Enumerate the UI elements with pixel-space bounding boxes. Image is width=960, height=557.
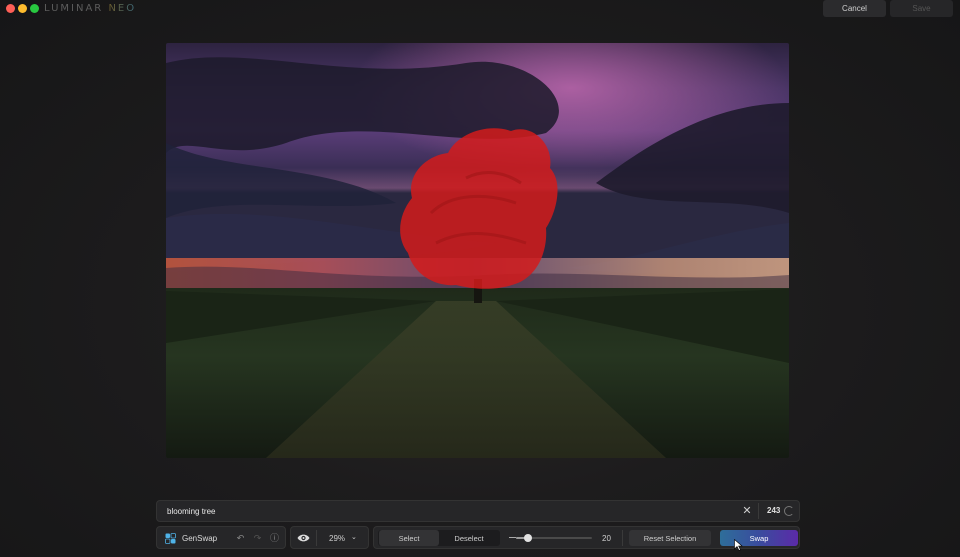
select-mode-toggle: Select Deselect (378, 530, 500, 546)
mouse-cursor-icon (734, 539, 743, 551)
cancel-button[interactable]: Cancel (823, 0, 886, 17)
select-button[interactable]: Select (379, 530, 439, 546)
undo-icon[interactable]: ↶ (235, 532, 246, 544)
minus-icon (509, 537, 516, 538)
character-count: 243 (767, 506, 781, 515)
deselect-button[interactable]: Deselect (439, 530, 499, 546)
zoom-window-button[interactable] (30, 4, 39, 13)
prompt-bar (156, 500, 800, 522)
slider-thumb[interactable] (524, 534, 533, 542)
title-bar: LUMINAR NEO (0, 0, 960, 18)
close-window-button[interactable] (6, 4, 15, 13)
eye-icon[interactable] (297, 533, 310, 543)
genswap-icon (165, 533, 176, 544)
brush-size-slider[interactable] (516, 534, 592, 542)
divider (622, 530, 623, 546)
zoom-level[interactable]: 29% (329, 534, 345, 543)
close-icon[interactable]: ✕ (741, 504, 753, 518)
redo-icon[interactable]: ↷ (252, 532, 263, 544)
photo-canvas[interactable] (166, 43, 789, 458)
prompt-input[interactable] (161, 503, 741, 519)
loading-spinner-icon (784, 506, 794, 516)
photo-image (166, 43, 789, 458)
minimize-window-button[interactable] (18, 4, 27, 13)
divider (758, 503, 759, 519)
app-logo: LUMINAR NEO (44, 3, 137, 14)
info-icon[interactable]: ⓘ (269, 532, 280, 544)
save-button[interactable]: Save (890, 0, 953, 17)
divider (316, 530, 317, 546)
tool-name: GenSwap (182, 534, 218, 543)
reset-selection-button[interactable]: Reset Selection (629, 530, 711, 546)
view-panel: 29% ⌄ (290, 526, 369, 549)
swap-button[interactable]: Swap (720, 530, 798, 546)
tool-panel: GenSwap ↶ ↷ ⓘ (156, 526, 286, 549)
brush-size-value: 20 (602, 534, 611, 543)
chevron-down-icon[interactable]: ⌄ (351, 533, 357, 541)
